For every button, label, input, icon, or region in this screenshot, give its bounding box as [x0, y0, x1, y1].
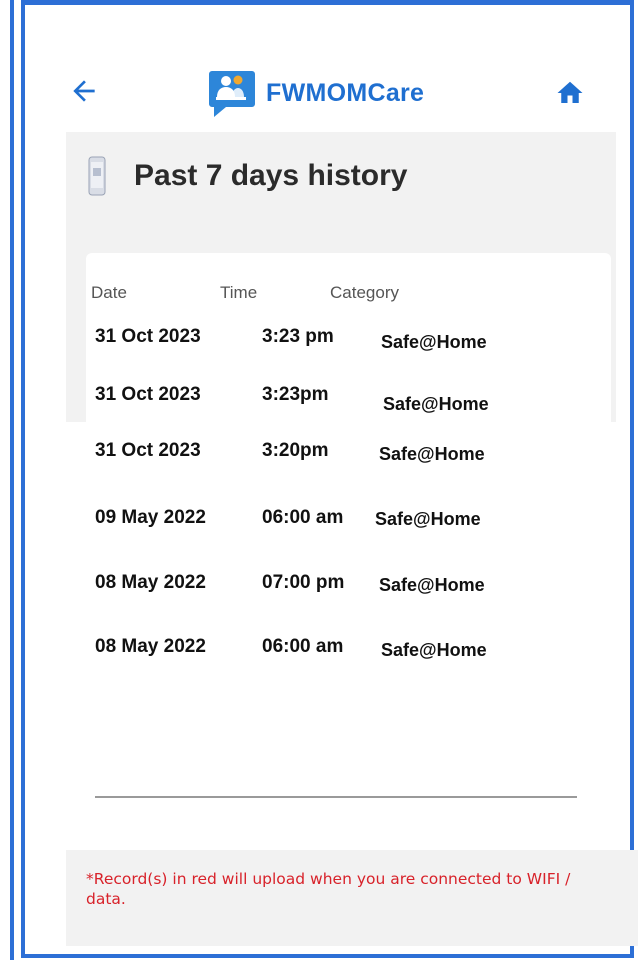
- back-arrow-icon[interactable]: [68, 75, 100, 107]
- row-date: 31 Oct 2023: [95, 326, 201, 347]
- row-time: 3:23pm: [262, 384, 329, 405]
- row-time: 07:00 pm: [262, 572, 345, 593]
- row-category: Safe@Home: [381, 332, 487, 352]
- column-header-date: Date: [91, 283, 127, 302]
- footer-notice: *Record(s) in red will upload when you a…: [66, 850, 638, 946]
- row-category: Safe@Home: [379, 575, 485, 595]
- row-time: 06:00 am: [262, 507, 344, 528]
- left-panel-edge: [0, 0, 14, 960]
- row-category: Safe@Home: [379, 444, 485, 464]
- app-title: FWMOMCare: [266, 78, 425, 107]
- page-header: Past 7 days history: [88, 156, 407, 196]
- row-date: 09 May 2022: [95, 507, 206, 528]
- row-date: 31 Oct 2023: [95, 440, 201, 461]
- row-date: 08 May 2022: [95, 636, 206, 657]
- row-category: Safe@Home: [383, 394, 489, 414]
- page-title: Past 7 days history: [134, 159, 408, 192]
- fwmomcare-logo-icon: [209, 71, 255, 117]
- app-bar: FWMOMCare: [25, 5, 630, 133]
- home-icon[interactable]: [554, 78, 586, 108]
- column-header-time: Time: [220, 283, 258, 302]
- upload-notice-text: *Record(s) in red will upload when you a…: [86, 870, 571, 908]
- app-frame: FWMOMCare Past 7 days history Date Time …: [21, 0, 638, 958]
- row-time: 06:00 am: [262, 636, 344, 657]
- row-category: Safe@Home: [375, 509, 481, 529]
- row-date: 31 Oct 2023: [95, 384, 201, 405]
- phone-icon: [88, 156, 106, 196]
- row-time: 3:20pm: [262, 440, 329, 461]
- row-time: 3:23 pm: [262, 326, 334, 347]
- row-category: Safe@Home: [381, 640, 487, 660]
- divider: [95, 796, 577, 798]
- row-date: 08 May 2022: [95, 572, 206, 593]
- app-logo: FWMOMCare: [208, 67, 424, 119]
- column-header-category: Category: [330, 283, 399, 302]
- history-panel: Past 7 days history: [66, 132, 616, 428]
